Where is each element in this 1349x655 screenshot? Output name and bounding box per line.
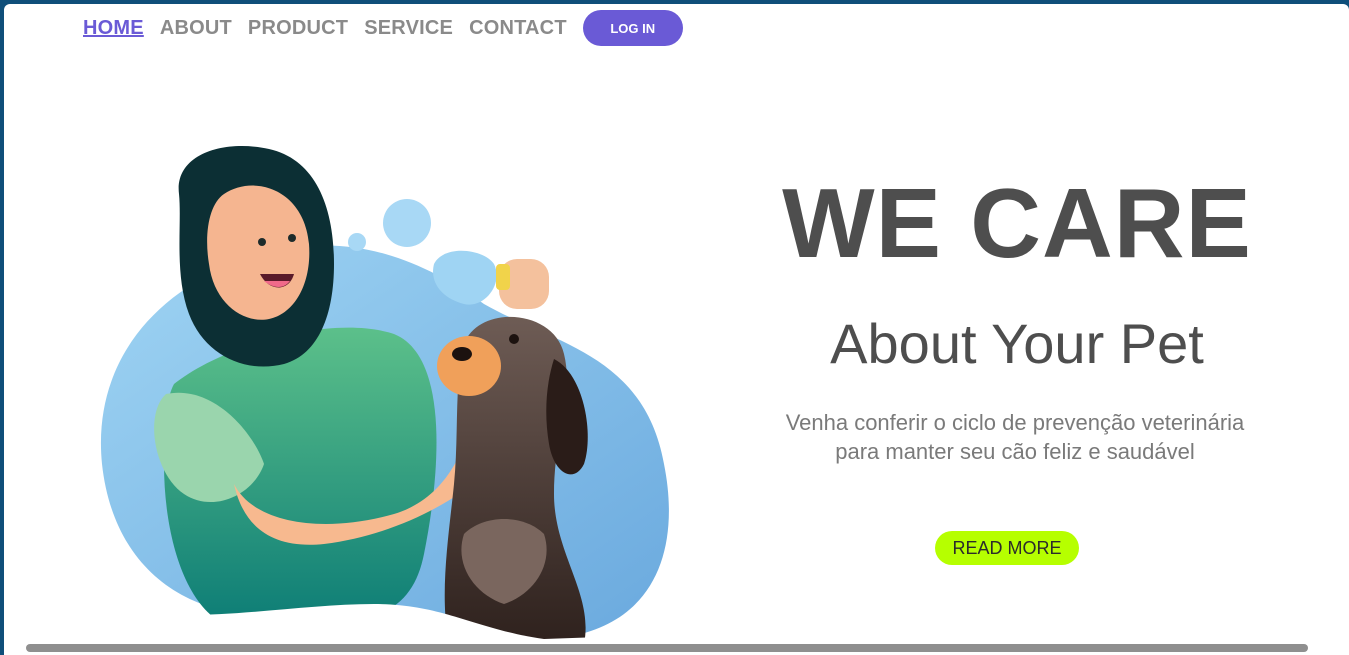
nav-product[interactable]: PRODUCT bbox=[248, 17, 348, 40]
nav-home[interactable]: HOME bbox=[83, 17, 144, 40]
top-navigation: HOME ABOUT PRODUCT SERVICE CONTACT LOG I… bbox=[83, 10, 683, 46]
hero-title: WE CARE bbox=[782, 168, 1252, 278]
nav-contact[interactable]: CONTACT bbox=[469, 17, 567, 40]
horizontal-scrollbar[interactable] bbox=[26, 644, 1308, 652]
browser-viewport: HOME ABOUT PRODUCT SERVICE CONTACT LOG I… bbox=[4, 4, 1349, 655]
read-more-button[interactable]: READ MORE bbox=[935, 531, 1079, 565]
vet-woman-with-dog-illustration bbox=[84, 146, 684, 654]
nav-service[interactable]: SERVICE bbox=[364, 17, 453, 40]
hero-subtitle: About Your Pet bbox=[830, 312, 1204, 375]
nav-about[interactable]: ABOUT bbox=[160, 17, 232, 40]
login-button[interactable]: LOG IN bbox=[582, 10, 683, 46]
hero-description: Venha conferir o ciclo de prevenção vete… bbox=[785, 410, 1245, 464]
